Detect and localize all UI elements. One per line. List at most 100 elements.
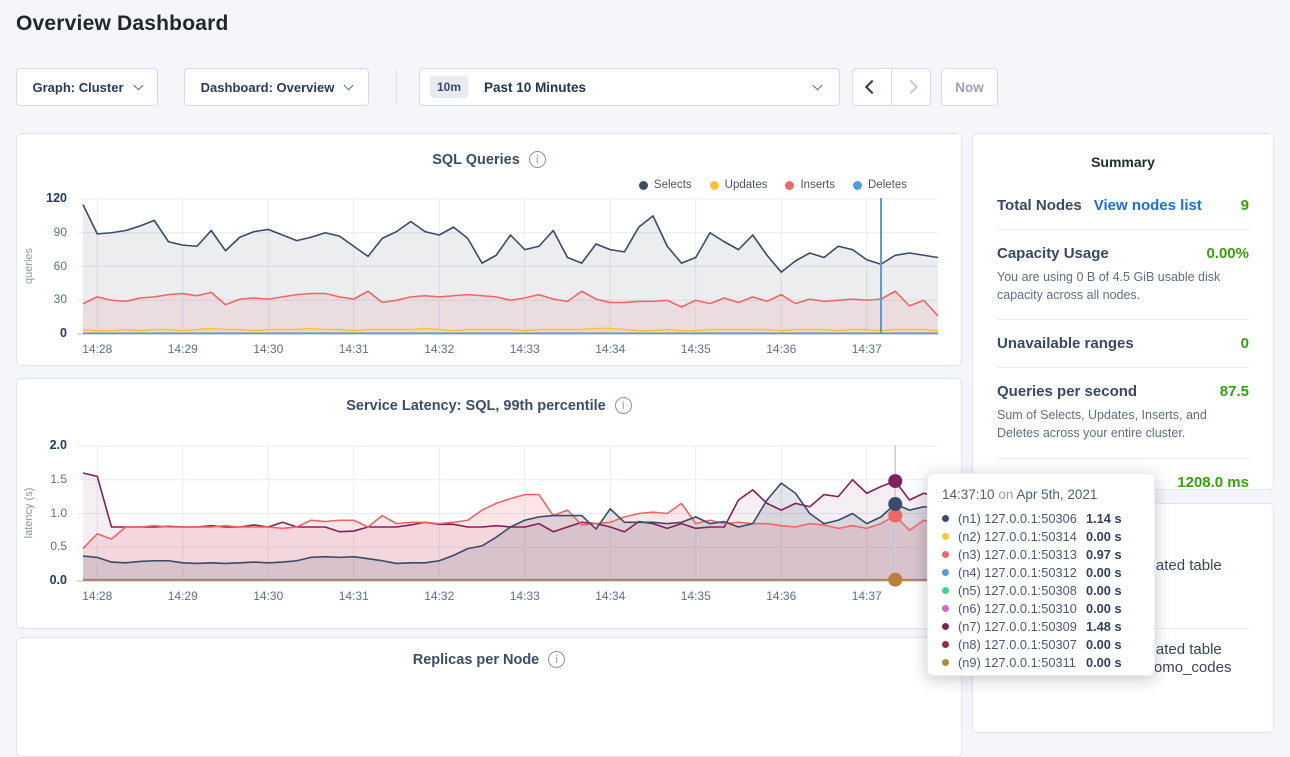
tooltip-node-label: (n6) 127.0.0.1:50310	[958, 601, 1086, 616]
tooltip-node-value: 0.00 s	[1086, 565, 1122, 580]
x-axis-tick: 14:28	[67, 589, 127, 603]
tooltip-node-row: (n7) 127.0.0.1:503091.48 s	[942, 617, 1140, 635]
next-range-button[interactable]	[891, 69, 930, 105]
y-axis-label: queries	[23, 206, 39, 326]
chart-title: Replicas per Node	[413, 652, 540, 668]
summary-description: Sum of Selects, Updates, Inserts, and De…	[997, 406, 1249, 442]
node-color-dot-icon	[942, 551, 949, 558]
legend-dot-icon	[639, 181, 648, 190]
legend-item-updates: Updates	[710, 179, 768, 191]
summary-value: 0	[1241, 335, 1249, 352]
controls-divider	[396, 70, 397, 104]
y-axis-label: latency (s)	[23, 453, 39, 573]
time-range-label: Past 10 Minutes	[484, 80, 586, 95]
y-axis-tick: 0	[21, 326, 67, 340]
legend-label: Inserts	[800, 179, 835, 191]
node-color-dot-icon	[942, 569, 949, 576]
x-axis-tick: 14:33	[495, 342, 555, 356]
x-axis-tick: 14:29	[153, 589, 213, 603]
chart-title: Service Latency: SQL, 99th percentile	[346, 398, 606, 414]
summary-label: Capacity Usage	[997, 245, 1109, 262]
sql-queries-chart-card: SQL Queries Selects Updates Inserts Deletes…	[16, 133, 962, 366]
x-axis-tick: 14:32	[409, 589, 469, 603]
node-color-dot-icon	[942, 605, 949, 612]
summary-row: Total NodesView nodes list9	[997, 182, 1249, 230]
graph-dropdown[interactable]: Graph: Cluster	[16, 68, 158, 106]
chart-title: SQL Queries	[432, 152, 520, 168]
summary-row: Capacity Usage 0.00% You are using 0 B of …	[997, 230, 1249, 320]
legend-item-selects: Selects	[639, 179, 692, 191]
service-latency-plot[interactable]	[77, 445, 938, 582]
summary-value: 1208.0 ms	[1177, 474, 1249, 491]
summary-row: Queries per second 87.5 Sum of Selects, Up…	[997, 368, 1249, 458]
tooltip-node-row: (n2) 127.0.0.1:503140.00 s	[942, 527, 1140, 545]
tooltip-node-row: (n6) 127.0.0.1:503100.00 s	[942, 599, 1140, 617]
view-nodes-list-link[interactable]: View nodes list	[1094, 197, 1202, 214]
summary-label: Queries per second	[997, 383, 1137, 400]
legend-label: Updates	[725, 179, 768, 191]
x-axis-tick: 14:37	[837, 342, 897, 356]
legend-dot-icon	[853, 181, 862, 190]
prev-range-button[interactable]	[853, 69, 891, 105]
node-color-dot-icon	[942, 533, 949, 540]
tooltip-node-value: 0.97 s	[1086, 547, 1122, 562]
x-axis-tick: 14:35	[666, 342, 726, 356]
time-range-badge: 10m	[430, 76, 468, 98]
summary-card: Summary Total NodesView nodes list9Capac…	[972, 133, 1274, 490]
info-icon[interactable]	[548, 651, 565, 668]
chart-hover-tooltip: 14:37:10 on Apr 5th, 2021 (n1) 127.0.0.1…	[927, 473, 1155, 676]
x-axis-tick: 14:32	[409, 342, 469, 356]
x-axis-tick: 14:34	[580, 342, 640, 356]
x-axis-tick: 14:29	[153, 342, 213, 356]
tooltip-node-row: (n8) 127.0.0.1:503070.00 s	[942, 635, 1140, 653]
legend-label: Selects	[654, 179, 692, 191]
time-nav-group	[852, 68, 931, 106]
node-color-dot-icon	[942, 515, 949, 522]
x-axis-tick: 14:35	[666, 589, 726, 603]
summary-row: Unavailable ranges 0	[997, 320, 1249, 368]
info-icon[interactable]	[615, 397, 632, 414]
x-axis-tick: 14:30	[238, 589, 298, 603]
tooltip-node-value: 0.00 s	[1086, 529, 1122, 544]
chevron-right-icon	[904, 80, 918, 94]
chevron-down-icon	[344, 80, 354, 90]
node-color-dot-icon	[942, 659, 949, 666]
tooltip-node-label: (n9) 127.0.0.1:50311	[958, 655, 1086, 670]
x-axis-tick: 14:36	[751, 589, 811, 603]
chevron-left-icon	[865, 80, 879, 94]
tooltip-node-row: (n4) 127.0.0.1:503120.00 s	[942, 563, 1140, 581]
now-button[interactable]: Now	[941, 68, 998, 106]
y-axis-tick: 0.0	[21, 573, 67, 587]
node-color-dot-icon	[942, 641, 949, 648]
legend-label: Deletes	[868, 179, 907, 191]
tooltip-node-row: (n9) 127.0.0.1:503110.00 s	[942, 653, 1140, 671]
tooltip-node-label: (n4) 127.0.0.1:50312	[958, 565, 1086, 580]
tooltip-node-value: 0.00 s	[1086, 601, 1122, 616]
summary-value: 0.00%	[1206, 245, 1249, 262]
node-color-dot-icon	[942, 623, 949, 630]
tooltip-node-label: (n1) 127.0.0.1:50306	[958, 511, 1086, 526]
summary-label: Unavailable ranges	[997, 335, 1134, 352]
x-axis-tick: 14:31	[324, 589, 384, 603]
summary-description: You are using 0 B of 4.5 GiB usable disk…	[997, 268, 1249, 304]
tooltip-node-value: 0.00 s	[1086, 655, 1122, 670]
legend-dot-icon	[710, 181, 719, 190]
summary-value: 87.5	[1220, 383, 1249, 400]
tooltip-node-value: 1.14 s	[1086, 511, 1122, 526]
now-button-label: Now	[955, 80, 984, 95]
info-icon[interactable]	[529, 151, 546, 168]
sql-queries-plot[interactable]	[77, 198, 938, 335]
summary-title: Summary	[973, 134, 1273, 182]
tooltip-node-row: (n5) 127.0.0.1:503080.00 s	[942, 581, 1140, 599]
x-axis-tick: 14:31	[324, 342, 384, 356]
tooltip-node-label: (n2) 127.0.0.1:50314	[958, 529, 1086, 544]
x-axis-tick: 14:30	[238, 342, 298, 356]
legend-item-deletes: Deletes	[853, 179, 907, 191]
chart-legend: Selects Updates Inserts Deletes	[639, 179, 907, 191]
summary-label: Total Nodes	[997, 197, 1082, 214]
chevron-down-icon	[133, 80, 143, 90]
node-color-dot-icon	[942, 587, 949, 594]
dashboard-dropdown[interactable]: Dashboard: Overview	[184, 68, 369, 106]
time-range-dropdown[interactable]: 10m Past 10 Minutes	[419, 68, 840, 106]
graph-dropdown-label: Graph: Cluster	[32, 80, 123, 95]
